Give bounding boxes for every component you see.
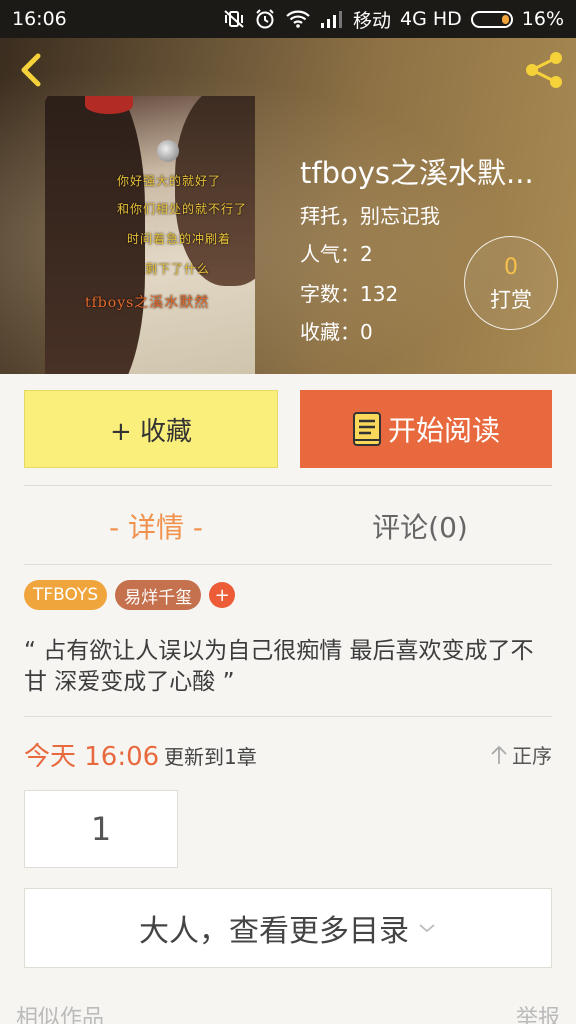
cover-signature: tfboys之溪水默然: [85, 295, 210, 311]
sort-order-button[interactable]: 正序: [490, 740, 552, 769]
book-cover[interactable]: 你好强大的就好了 和你们相处的就不行了 时间着急的冲刷着 剩下了什么 tfboy…: [45, 96, 255, 374]
tag-yiyangqianxi[interactable]: 易烊千玺: [115, 580, 202, 610]
cover-text-line: 剩下了什么: [145, 262, 211, 276]
arrow-up-icon: [491, 745, 507, 764]
book-favorites: 收藏：0: [300, 320, 373, 344]
share-button[interactable]: [522, 50, 566, 90]
vibrate-icon: [223, 9, 245, 29]
share-icon: [526, 52, 562, 88]
book-title: tfboys之溪水默...: [300, 156, 534, 190]
report-link[interactable]: 举报: [516, 1000, 560, 1024]
back-button[interactable]: [14, 50, 50, 90]
chapter-item[interactable]: 1: [24, 790, 178, 868]
signal-icon: [320, 9, 344, 29]
divider: [24, 716, 552, 717]
more-chapters-label: 大人，查看更多目录: [139, 914, 409, 949]
favorite-button[interactable]: + 收藏: [24, 390, 278, 468]
cover-text-line: 和你们相处的就不行了: [117, 202, 248, 216]
more-chapters-button[interactable]: 大人，查看更多目录: [24, 888, 552, 968]
tip-label: 打赏: [490, 288, 532, 312]
update-time: 今天 16:06: [24, 742, 160, 772]
network-label: 4G HD: [399, 8, 462, 30]
tip-button[interactable]: 0 打赏: [464, 236, 558, 330]
book-icon: [352, 412, 381, 446]
book-word-count: 字数：132: [300, 282, 399, 306]
similar-works-heading: 相似作品: [16, 1006, 105, 1024]
alarm-icon: [254, 8, 276, 30]
status-bar: 16:06 移动 4G HD 16%: [0, 0, 576, 38]
update-status: 更新到1章: [164, 745, 257, 769]
cover-earring: [157, 140, 179, 162]
tab-comments[interactable]: 评论(0): [288, 500, 552, 552]
tag-list: TFBOYS 易烊千玺 +: [24, 580, 236, 610]
sort-order-label: 正序: [512, 744, 552, 768]
tip-count: 0: [504, 255, 518, 280]
back-arrow-icon: [21, 53, 41, 87]
carrier-label: 移动: [352, 9, 391, 32]
cover-lips: [85, 96, 133, 114]
book-subtitle: 拜托，别忘记我: [300, 204, 440, 228]
divider: [24, 485, 552, 486]
cover-hair-right: [175, 96, 255, 286]
cover-text-line: 你好强大的就好了: [117, 174, 222, 188]
start-reading-button[interactable]: 开始阅读: [300, 390, 552, 468]
status-icons: 移动 4G HD 16%: [223, 6, 564, 33]
wifi-icon: [285, 9, 311, 29]
start-reading-label: 开始阅读: [387, 414, 500, 447]
add-tag-button[interactable]: +: [209, 582, 236, 608]
status-time: 16:06: [12, 8, 67, 30]
book-description: “ 占有欲让人误以为自己很痴情 最后喜欢变成了不甘 深爱变成了心酸 ”: [24, 638, 534, 695]
tag-tfboys[interactable]: TFBOYS: [24, 580, 108, 610]
book-header: 你好强大的就好了 和你们相处的就不行了 时间着急的冲刷着 剩下了什么 tfboy…: [0, 38, 576, 374]
divider: [24, 564, 552, 565]
book-popularity: 人气：2: [300, 242, 373, 266]
chevron-down-icon: [419, 924, 435, 933]
battery-percent: 16%: [521, 8, 564, 30]
cover-text-line: 时间着急的冲刷着: [127, 232, 232, 246]
battery-icon: [470, 10, 513, 28]
tab-detail[interactable]: - 详情 -: [24, 500, 288, 552]
